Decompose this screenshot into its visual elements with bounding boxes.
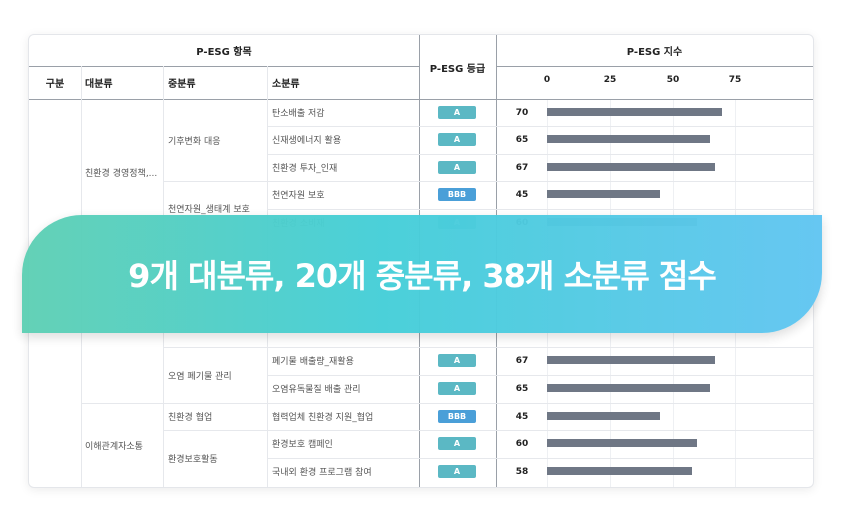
summary-banner: 9개 대분류, 20개 중분류, 38개 소분류 점수 xyxy=(22,215,822,333)
banner-text: 9개 대분류, 20개 중분류, 38개 소분류 점수 xyxy=(128,257,717,295)
major-category-2: 이해관계자소통 xyxy=(85,441,143,452)
score-value: 70 xyxy=(515,107,529,118)
score-value: 45 xyxy=(515,189,529,200)
grade-badge: A xyxy=(438,106,476,119)
grade-badge: A xyxy=(438,465,476,478)
axis-tick: 25 xyxy=(603,75,617,85)
score-value: 67 xyxy=(515,162,529,173)
score-bar xyxy=(547,467,692,475)
score-value: 45 xyxy=(515,411,529,422)
grade-badge: BBB xyxy=(438,410,476,423)
minor-category-cell: 탄소배출 저감 xyxy=(272,109,325,119)
score-value: 65 xyxy=(515,134,529,145)
score-value: 60 xyxy=(515,438,529,449)
score-bar xyxy=(547,135,710,143)
score-bar xyxy=(547,190,660,198)
header-minor: 소분류 xyxy=(272,79,300,90)
score-bar xyxy=(547,439,697,447)
score-bar xyxy=(547,356,715,364)
grade-badge: BBB xyxy=(438,188,476,201)
middle-category-4: 친환경 협업 xyxy=(168,413,213,423)
middle-category-5: 환경보호활동 xyxy=(168,455,218,465)
header-middle: 중분류 xyxy=(168,79,196,90)
header-pesg-index: P-ESG 지수 xyxy=(626,47,683,58)
middle-category-1: 기후변화 대응 xyxy=(168,136,221,147)
score-bar xyxy=(547,163,715,171)
score-value: 67 xyxy=(515,355,529,366)
minor-category-cell: 신재생에너지 활용 xyxy=(272,136,342,146)
minor-category-cell: 천연자원 보호 xyxy=(272,191,325,201)
axis-tick: 50 xyxy=(666,75,680,85)
score-value: 65 xyxy=(515,383,529,394)
minor-category-cell: 친환경 투자_인재 xyxy=(272,164,338,174)
minor-category-cell: 오염유독물질 배출 관리 xyxy=(272,385,361,395)
score-bar xyxy=(547,108,722,116)
score-value: 58 xyxy=(515,466,529,477)
minor-category-cell: 협력업체 친환경 지원_협업 xyxy=(272,413,374,423)
grade-badge: A xyxy=(438,161,476,174)
minor-category-cell: 폐기물 배출량_재활용 xyxy=(272,357,354,367)
grade-badge: A xyxy=(438,437,476,450)
axis-tick: 75 xyxy=(728,75,742,85)
axis-tick: 0 xyxy=(543,75,551,85)
grade-badge: A xyxy=(438,354,476,367)
grade-badge: A xyxy=(438,382,476,395)
middle-category-3: 오염 폐기물 관리 xyxy=(168,371,232,382)
header-major: 대분류 xyxy=(85,79,113,90)
grade-badge: A xyxy=(438,133,476,146)
minor-category-cell: 국내외 환경 프로그램 참여 xyxy=(272,468,372,478)
header-pesg-items: P-ESG 항목 xyxy=(196,47,252,58)
minor-category-cell: 환경보호 캠페인 xyxy=(272,440,333,450)
header-category: 구분 xyxy=(45,79,65,90)
header-pesg-grade: P-ESG 등급 xyxy=(429,63,486,75)
score-bar xyxy=(547,412,660,420)
score-bar xyxy=(547,384,710,392)
